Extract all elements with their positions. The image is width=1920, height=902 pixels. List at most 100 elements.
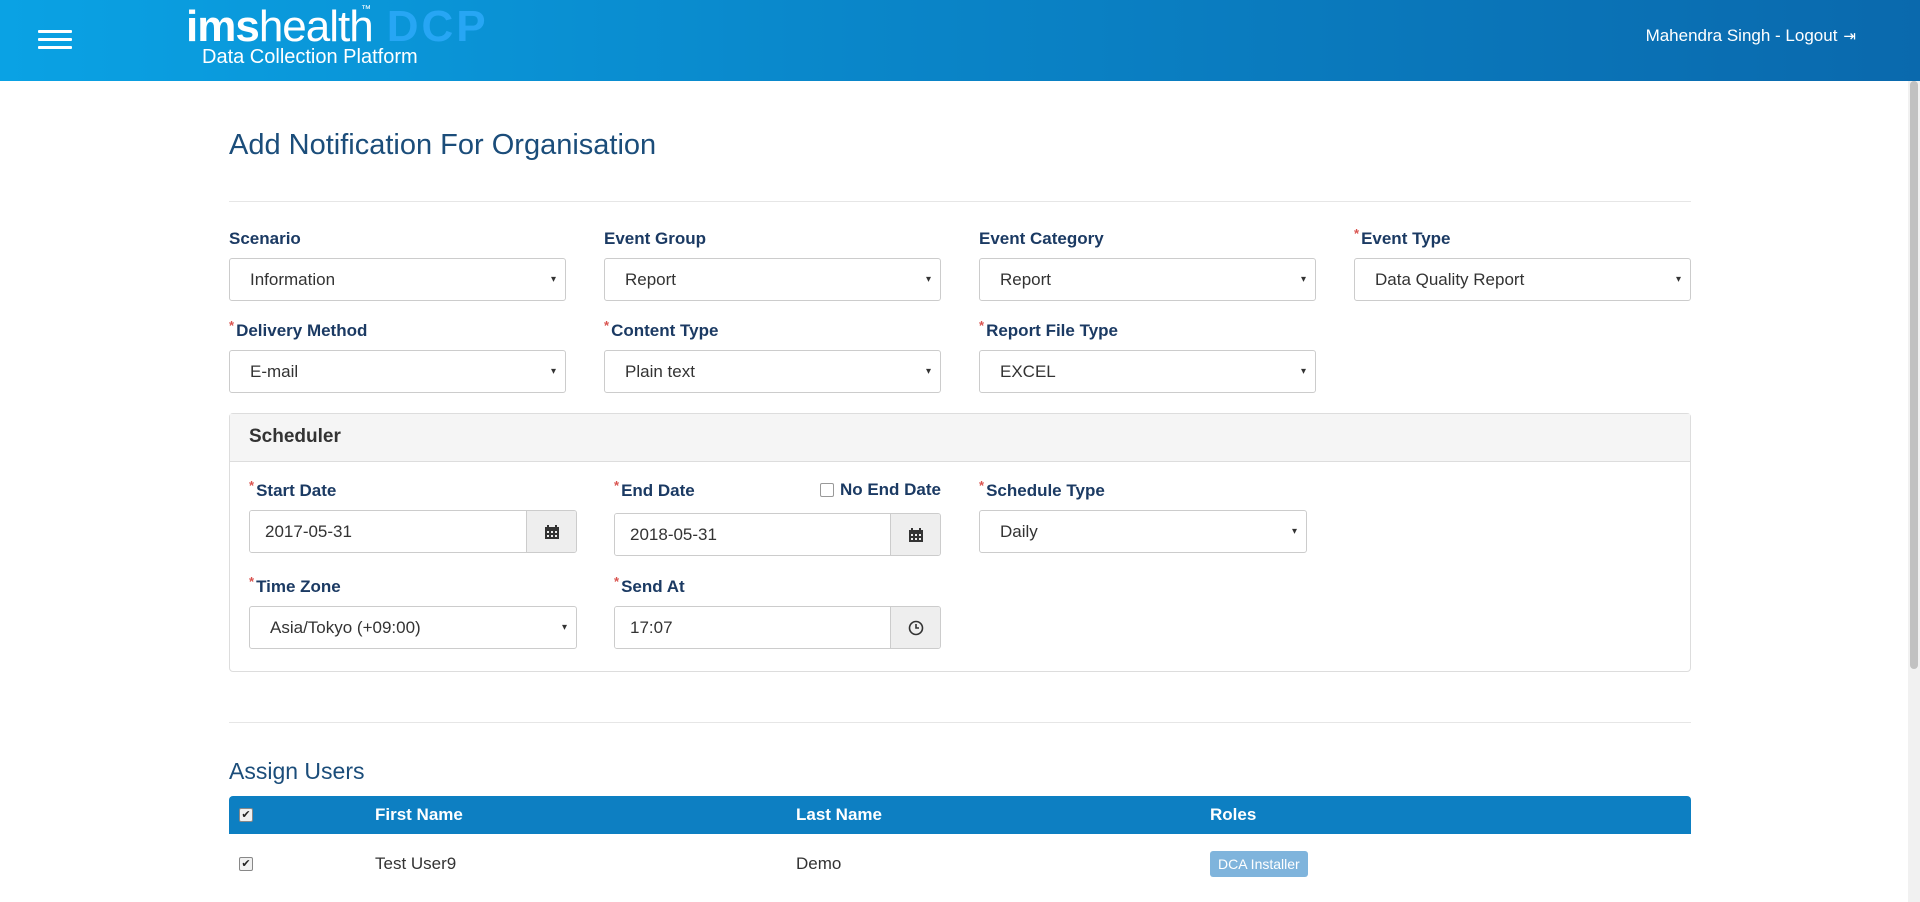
scheduler-panel: Scheduler * Start Date 2017-05-31 * End Da… [229,413,1691,672]
table-row[interactable]: ✔ Test User9 Demo DCA Installer [229,834,1691,894]
chevron-down-icon: ▾ [925,274,931,285]
scenario-select[interactable]: Information ▾ [229,258,566,301]
required-marker: * [249,478,255,493]
event-group-select[interactable]: Report ▾ [604,258,941,301]
clock-icon[interactable] [890,607,940,648]
time-zone-field: * Time Zone Asia/Tokyo (+09:00) ▾ [249,574,577,649]
delivery-method-select[interactable]: E-mail ▾ [229,350,566,393]
assign-users-title: Assign Users [229,758,365,784]
event-category-select[interactable]: Report ▾ [979,258,1316,301]
last-name-cell: Demo [796,854,842,873]
time-zone-label: * Time Zone [249,574,341,596]
no-end-date-checkbox[interactable] [819,483,834,497]
user-logout-link[interactable]: Mahendra Singh - Logout ⇥ [1646,26,1856,46]
no-end-date-label: No End Date [839,480,941,499]
required-marker: * [229,318,235,333]
send-at-input[interactable]: 17:07 [615,607,890,648]
chevron-down-icon: ▾ [1675,274,1681,285]
event-type-value: Data Quality Report [1375,270,1525,289]
scrollbar-thumb[interactable] [1910,81,1918,669]
event-group-field: Event Group Report ▾ [604,228,941,301]
schedule-type-field: * Schedule Type Daily ▾ [979,478,1307,553]
role-badge: DCA Installer [1210,851,1308,877]
time-zone-select[interactable]: Asia/Tokyo (+09:00) ▾ [249,606,577,649]
content-type-value: Plain text [625,362,695,381]
start-date-field: * Start Date 2017-05-31 [249,478,577,553]
calendar-icon[interactable] [526,511,576,552]
chevron-down-icon: ▾ [550,274,556,285]
logo-brand: imshealth DCP [186,4,489,50]
content-type-label: * Content Type [604,318,719,340]
logo-subtitle: Data Collection Platform [202,46,418,68]
row-checkbox[interactable]: ✔ [239,857,253,871]
delivery-method-label: * Delivery Method [229,318,368,340]
scenario-field: Scenario Information ▾ [229,228,566,301]
required-marker: * [979,318,985,333]
required-marker: * [614,574,620,589]
page-scrollbar[interactable] [1908,81,1920,902]
divider [229,201,1691,202]
event-category-value: Report [1000,270,1052,289]
scheduler-title: Scheduler [230,414,1690,462]
top-header: imshealth DCP ™ Data Collection Platform … [0,0,1920,81]
table-header: ✔ First Name Last Name Roles [229,796,1691,834]
event-type-label: * Event Type [1354,226,1451,248]
required-marker: * [1354,226,1360,241]
event-category-label: Event Category [979,229,1104,248]
chevron-down-icon: ▾ [550,366,556,377]
end-date-input-group: 2018-05-31 [614,513,941,556]
roles-cell: DCA Installer [1210,834,1308,894]
ims-health-logo[interactable]: imshealth DCP ™ Data Collection Platform [186,4,489,69]
start-date-input[interactable]: 2017-05-31 [250,511,526,552]
logout-icon[interactable]: ⇥ [1843,27,1856,45]
start-date-label: * Start Date [249,478,337,500]
first-name-cell: Test User9 [375,854,457,873]
report-file-type-select[interactable]: EXCEL ▾ [979,350,1316,393]
delivery-method-value: E-mail [250,362,299,381]
end-date-input[interactable]: 2018-05-31 [615,514,890,555]
send-at-input-group: 17:07 [614,606,941,649]
content-type-select[interactable]: Plain text ▾ [604,350,941,393]
divider [229,722,1691,723]
logo-ims: ims [186,2,260,51]
no-end-date-option[interactable]: No End Date [819,480,941,500]
start-date-input-group: 2017-05-31 [249,510,577,553]
chevron-down-icon: ▾ [1300,274,1306,285]
schedule-type-label: * Schedule Type [979,478,1105,500]
required-marker: * [249,574,255,589]
schedule-type-select[interactable]: Daily ▾ [979,510,1307,553]
logo-dcp: DCP [386,2,489,51]
chevron-down-icon: ▾ [925,366,931,377]
required-marker: * [979,478,985,493]
required-marker: * [604,318,610,333]
select-all-cell: ✔ [239,796,253,834]
chevron-down-icon: ▾ [1300,366,1306,377]
schedule-type-value: Daily [1000,522,1038,541]
column-header-last-name[interactable]: Last Name [796,796,882,834]
column-header-first-name[interactable]: First Name [375,796,463,834]
scenario-label: Scenario [229,229,301,248]
send-at-label: * Send At [614,574,685,596]
report-file-type-field: * Report File Type EXCEL ▾ [979,318,1316,393]
end-date-field: * End Date No End Date 2018-05-31 [614,478,941,556]
event-type-select[interactable]: Data Quality Report ▾ [1354,258,1691,301]
logo-trademark: ™ [361,4,371,15]
event-group-value: Report [625,270,677,289]
send-at-field: * Send At 17:07 [614,574,941,649]
scenario-value: Information [250,270,336,289]
hamburger-menu-icon[interactable] [38,30,72,50]
time-zone-value: Asia/Tokyo (+09:00) [270,618,421,637]
event-category-field: Event Category Report ▾ [979,228,1316,301]
user-name-logout[interactable]: Mahendra Singh - Logout [1646,26,1838,46]
select-all-checkbox[interactable]: ✔ [239,808,253,822]
row-select-cell: ✔ [239,834,253,894]
logo-health: health [258,2,374,51]
report-file-type-label: * Report File Type [979,318,1118,340]
column-header-roles[interactable]: Roles [1210,796,1256,834]
event-group-label: Event Group [604,229,707,248]
users-table: ✔ First Name Last Name Roles ✔ Test User… [229,796,1691,894]
content-type-field: * Content Type Plain text ▾ [604,318,941,393]
event-type-field: * Event Type Data Quality Report ▾ [1354,226,1691,301]
calendar-icon[interactable] [890,514,940,555]
chevron-down-icon: ▾ [561,622,567,633]
